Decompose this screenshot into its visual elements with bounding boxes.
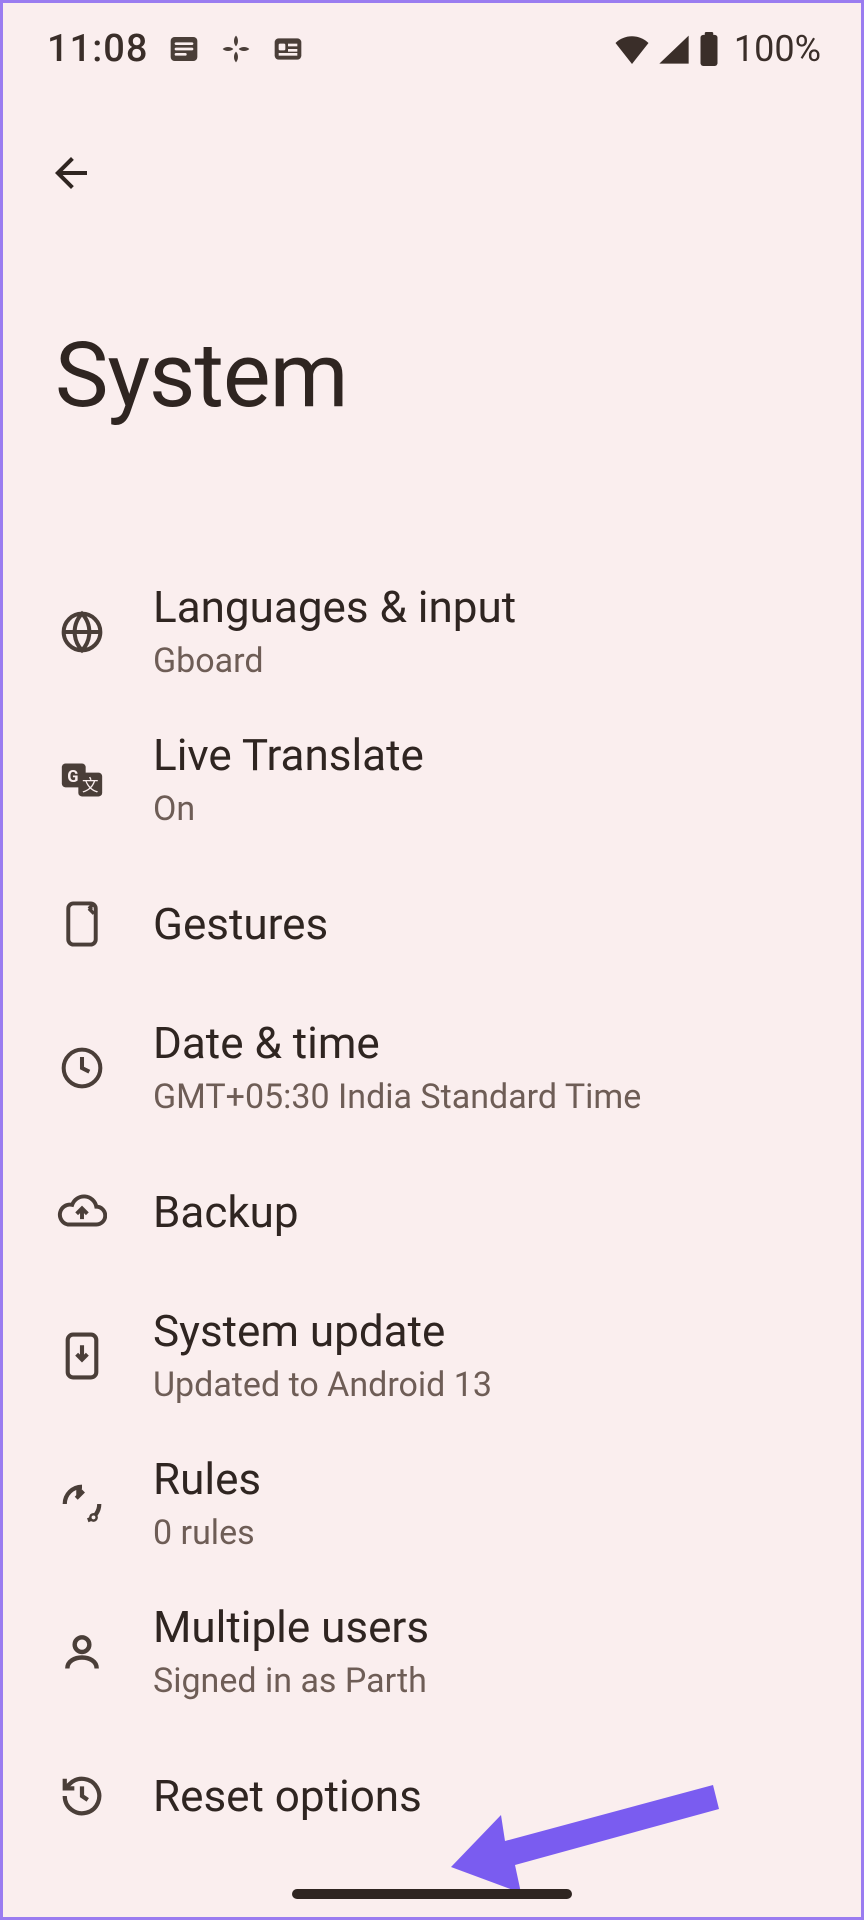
battery-percentage: 100%	[734, 28, 821, 70]
cellular-signal-icon	[658, 34, 690, 64]
setting-languages-input[interactable]: Languages & input Gboard	[3, 558, 861, 706]
gestures-icon	[57, 899, 107, 949]
back-button[interactable]	[41, 143, 101, 203]
setting-subtitle: Gboard	[153, 641, 516, 682]
globe-icon	[57, 607, 107, 657]
setting-title: Languages & input	[153, 582, 516, 633]
rules-icon	[57, 1479, 107, 1529]
wifi-icon	[614, 34, 650, 64]
setting-text: Gestures	[153, 899, 328, 950]
setting-subtitle: 0 rules	[153, 1513, 261, 1554]
setting-date-time[interactable]: Date & time GMT+05:30 India Standard Tim…	[3, 994, 861, 1142]
setting-reset-options[interactable]: Reset options	[3, 1726, 861, 1866]
setting-multiple-users[interactable]: Multiple users Signed in as Parth	[3, 1578, 861, 1726]
svg-text:G: G	[67, 768, 78, 787]
battery-icon	[698, 32, 720, 66]
setting-text: Multiple users Signed in as Parth	[153, 1602, 429, 1701]
setting-subtitle: On	[153, 789, 424, 830]
setting-rules[interactable]: Rules 0 rules	[3, 1430, 861, 1578]
setting-title: Gestures	[153, 899, 328, 950]
setting-title: Rules	[153, 1454, 261, 1505]
settings-list: Languages & input Gboard G文 Live Transla…	[3, 558, 861, 1866]
clock-icon	[57, 1043, 107, 1093]
news-notification-icon	[272, 33, 304, 65]
setting-text: System update Updated to Android 13	[153, 1306, 492, 1405]
photos-notification-icon	[220, 33, 252, 65]
setting-subtitle: Updated to Android 13	[153, 1365, 492, 1406]
setting-title: Date & time	[153, 1018, 641, 1069]
message-notification-icon	[168, 33, 200, 65]
setting-title: System update	[153, 1306, 492, 1357]
setting-subtitle: Signed in as Parth	[153, 1661, 429, 1702]
setting-text: Rules 0 rules	[153, 1454, 261, 1553]
setting-text: Backup	[153, 1187, 299, 1238]
svg-text:文: 文	[82, 776, 99, 796]
cloud-upload-icon	[57, 1187, 107, 1237]
setting-title: Multiple users	[153, 1602, 429, 1653]
setting-subtitle: GMT+05:30 India Standard Time	[153, 1077, 641, 1118]
system-update-icon	[57, 1331, 107, 1381]
setting-title: Backup	[153, 1187, 299, 1238]
setting-text: Reset options	[153, 1771, 422, 1822]
setting-title: Reset options	[153, 1771, 422, 1822]
setting-gestures[interactable]: Gestures	[3, 854, 861, 994]
setting-backup[interactable]: Backup	[3, 1142, 861, 1282]
page-title: System	[55, 323, 861, 428]
status-bar-right: 100%	[614, 28, 821, 70]
status-bar: 11:08 100%	[3, 3, 861, 83]
setting-title: Live Translate	[153, 730, 424, 781]
navigation-pill[interactable]	[292, 1889, 572, 1899]
setting-text: Languages & input Gboard	[153, 582, 516, 681]
setting-live-translate[interactable]: G文 Live Translate On	[3, 706, 861, 854]
person-icon	[57, 1627, 107, 1677]
setting-text: Live Translate On	[153, 730, 424, 829]
status-clock: 11:08	[47, 27, 148, 71]
arrow-back-icon	[47, 149, 95, 197]
setting-system-update[interactable]: System update Updated to Android 13	[3, 1282, 861, 1430]
history-icon	[57, 1771, 107, 1821]
status-bar-left: 11:08	[47, 27, 304, 71]
translate-icon: G文	[57, 755, 107, 805]
setting-text: Date & time GMT+05:30 India Standard Tim…	[153, 1018, 641, 1117]
